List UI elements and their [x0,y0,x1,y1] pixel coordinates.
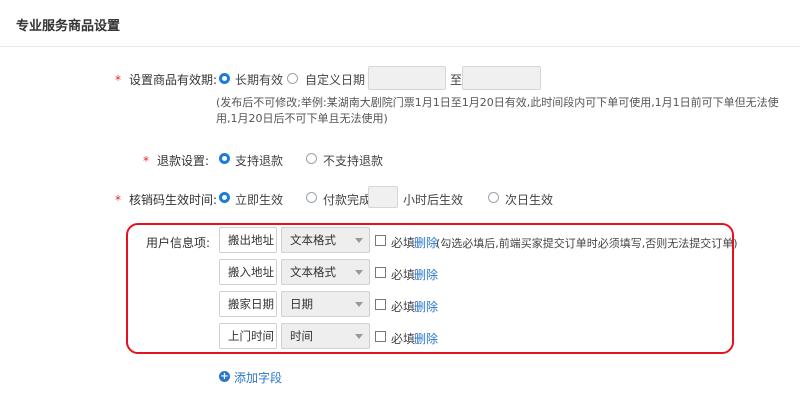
refund-no-radio[interactable] [306,153,317,164]
refund-yes-label[interactable]: 支持退款 [235,152,283,169]
highlight-box [126,223,734,354]
verify-now-label[interactable]: 立即生效 [235,191,283,208]
validity-long-radio[interactable] [219,73,230,84]
verify-next-day-label[interactable]: 次日生效 [505,191,553,208]
validity-note: (发布后不可修改;举例:某湖南大剧院门票1月1日至1月20日有效,此时间段内可下… [216,96,779,125]
hours-suffix: 小时后生效 [403,193,464,207]
validity-custom-radio[interactable] [287,73,298,84]
start-date-input[interactable] [368,66,446,90]
plus-circle-icon[interactable]: + [219,371,230,382]
refund-label-text: 退款设置: [157,154,210,168]
verify-now-radio[interactable] [219,192,230,203]
required-mark: * [115,73,121,87]
verify-after-pay-label[interactable]: 付款完成 [323,191,371,208]
end-date-input[interactable] [462,66,541,90]
page-header: 专业服务商品设置 [0,0,800,47]
date-range-to: 至 [450,73,463,87]
refund-label: * 退款设置: [143,152,209,169]
required-mark: * [115,193,121,207]
validity-custom-label[interactable]: 自定义日期 [305,71,365,88]
refund-no-label[interactable]: 不支持退款 [323,152,383,169]
page-title: 专业服务商品设置 [16,19,121,34]
verify-label-text: 核销码生效时间: [129,193,218,207]
verify-after-pay-radio[interactable] [306,192,317,203]
hours-input[interactable] [368,186,398,208]
required-mark: * [143,154,149,168]
verify-label: * 核销码生效时间: [115,191,217,208]
refund-yes-radio[interactable] [219,153,230,164]
validity-label-text: 设置商品有效期: [129,73,218,87]
verify-next-day-radio[interactable] [488,192,499,203]
settings-form: * 设置商品有效期: 长期有效 自定义日期 至 (发布后不可修改;举例:某湖南大剧… [0,47,800,399]
add-field-link[interactable]: 添加字段 [234,369,282,386]
validity-long-label[interactable]: 长期有效 [235,71,283,88]
validity-label: * 设置商品有效期: [115,71,217,88]
